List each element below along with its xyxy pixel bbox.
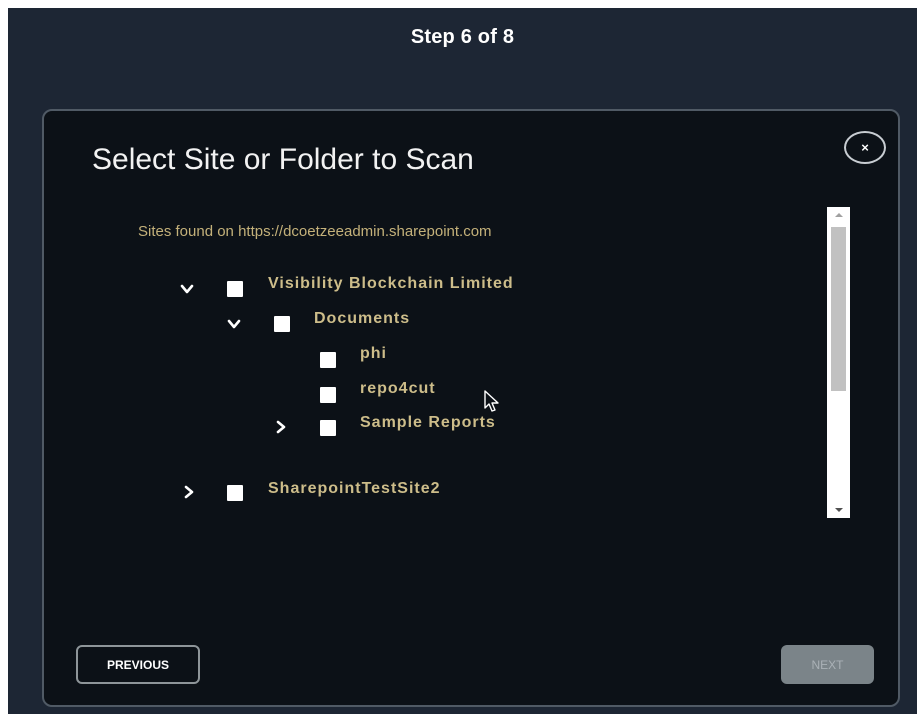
next-button[interactable]: NEXT xyxy=(781,645,874,684)
tree-node-label[interactable]: Sample Reports xyxy=(360,414,496,432)
site-checkbox[interactable] xyxy=(227,281,243,297)
mouse-pointer-icon xyxy=(484,390,500,414)
tree-scrollbar[interactable] xyxy=(827,207,850,518)
scroll-down-arrow-icon[interactable] xyxy=(827,502,850,518)
folder-checkbox[interactable] xyxy=(274,316,290,332)
tree-node-label[interactable]: repo4cut xyxy=(360,380,436,398)
chevron-down-icon[interactable] xyxy=(180,282,194,296)
chevron-right-icon[interactable] xyxy=(182,485,196,499)
step-indicator: Step 6 of 8 xyxy=(410,26,515,48)
select-site-dialog: Select Site or Folder to Scan × Sites fo… xyxy=(42,109,900,707)
tree-node-label[interactable]: Visibility Blockchain Limited xyxy=(268,275,514,293)
tree-node-label[interactable]: Documents xyxy=(314,310,410,328)
tree-node-label[interactable]: phi xyxy=(360,345,387,363)
sites-caption: Sites found on https://dcoetzeeadmin.sha… xyxy=(138,223,492,240)
folder-checkbox[interactable] xyxy=(320,420,336,436)
chevron-right-icon[interactable] xyxy=(274,420,288,434)
close-button[interactable]: × xyxy=(844,131,886,164)
previous-button[interactable]: PREVIOUS xyxy=(76,645,200,684)
tree-node-label[interactable]: SharepointTestSite2 xyxy=(268,480,441,498)
folder-checkbox[interactable] xyxy=(320,387,336,403)
site-checkbox[interactable] xyxy=(227,485,243,501)
wizard-screen: Step 6 of 8 Select Site or Folder to Sca… xyxy=(8,8,917,714)
scroll-up-arrow-icon[interactable] xyxy=(827,207,850,223)
chevron-down-icon[interactable] xyxy=(227,317,241,331)
folder-checkbox[interactable] xyxy=(320,352,336,368)
dialog-title: Select Site or Folder to Scan xyxy=(92,143,474,176)
scroll-thumb[interactable] xyxy=(831,227,846,391)
close-icon: × xyxy=(861,140,869,155)
